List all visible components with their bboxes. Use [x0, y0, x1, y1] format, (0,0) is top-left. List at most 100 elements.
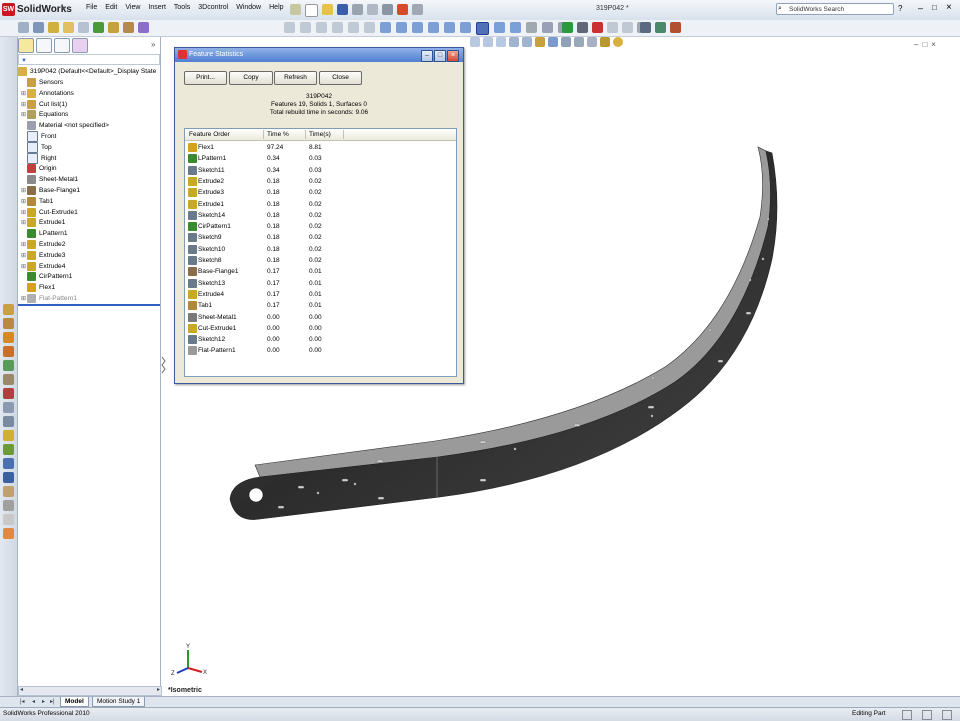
restore-window-button[interactable]: □ [932, 3, 937, 12]
tree-item[interactable]: Origin [20, 163, 57, 174]
tree-item[interactable]: CirPattern1 [20, 271, 72, 282]
expand-icon[interactable]: ⊞ [20, 219, 27, 226]
feature-tree-horizontal-scrollbar[interactable]: ◂ ▸ [18, 686, 162, 696]
tab-model[interactable]: Model [60, 697, 89, 707]
tree-item[interactable]: Sensors [20, 77, 63, 88]
rebuild-icon[interactable] [397, 4, 408, 15]
view-tool-4-icon[interactable] [332, 22, 343, 33]
table-row[interactable]: Sketch13 0.17 0.01 [185, 278, 456, 289]
table-row[interactable]: CirPattern1 0.18 0.02 [185, 221, 456, 232]
expand-icon[interactable]: ⊞ [20, 295, 27, 302]
cmd-swept-boss-icon[interactable] [3, 332, 14, 343]
table-row[interactable]: Extrude2 0.18 0.02 [185, 176, 456, 187]
scroll-left-icon[interactable]: ◂ [20, 686, 23, 693]
smart-dimension-icon[interactable] [18, 22, 29, 33]
table-row[interactable]: Tab1 0.17 0.01 [185, 300, 456, 311]
tree-item[interactable]: ⊞ Flat-Pattern1 [20, 293, 77, 304]
tree-item[interactable]: ⊞ Annotations [20, 88, 74, 99]
tree-item[interactable]: ⊞ Extrude2 [20, 239, 65, 250]
table-row[interactable]: Sketch8 0.18 0.02 [185, 255, 456, 266]
isometric-view-icon[interactable] [476, 22, 489, 35]
cmd-chamfer-icon[interactable] [3, 374, 14, 385]
column-divider[interactable] [343, 130, 344, 139]
view-tool-6-icon[interactable] [364, 22, 375, 33]
tree-item[interactable]: ⊞ Tab1 [20, 196, 53, 207]
flex-tool-icon[interactable] [123, 22, 134, 33]
top-view-icon[interactable] [444, 22, 455, 33]
table-row[interactable]: Flex1 97.24 8.81 [185, 142, 456, 153]
display-toolbar-icon[interactable] [640, 22, 651, 33]
bottom-view-icon[interactable] [460, 22, 471, 33]
table-row[interactable]: Flat-Pattern1 0.00 0.00 [185, 345, 456, 356]
configuration-manager-tab-icon[interactable] [54, 38, 70, 53]
rollback-bar[interactable] [18, 304, 160, 306]
table-row[interactable]: Extrude1 0.18 0.02 [185, 199, 456, 210]
view-tool-1-icon[interactable] [284, 22, 295, 33]
options-icon[interactable] [412, 4, 423, 15]
toolbox-icon[interactable] [670, 22, 681, 33]
copy-button[interactable]: Copy [229, 71, 273, 85]
right-view-icon[interactable] [428, 22, 439, 33]
new-macro-icon[interactable] [607, 22, 618, 33]
cmd-instant3d-icon[interactable] [3, 500, 14, 511]
cmd-appearance-icon[interactable] [3, 514, 14, 525]
cmd-addins-icon[interactable] [3, 528, 14, 539]
menu-edit[interactable]: Edit [105, 4, 117, 11]
column-time-percent[interactable]: Time % [267, 131, 289, 138]
stop-macro-icon[interactable] [577, 22, 588, 33]
column-feature-order[interactable]: Feature Order [189, 131, 230, 138]
expand-icon[interactable]: ⊞ [20, 263, 27, 270]
run-macro-icon[interactable] [562, 22, 573, 33]
edit-macro-icon[interactable] [622, 22, 633, 33]
menu-3dcontrol[interactable]: 3Dcontrol [198, 4, 228, 11]
first-tab-icon[interactable]: |◂ [20, 698, 25, 705]
menu-file[interactable]: File [86, 4, 97, 11]
table-row[interactable]: Sketch14 0.18 0.02 [185, 210, 456, 221]
dialog-minimize-button[interactable]: – [421, 50, 433, 62]
expand-icon[interactable]: ⊞ [20, 101, 27, 108]
tree-item[interactable]: ⊞ Cut list(1) [20, 99, 67, 110]
help-icon[interactable]: ? [898, 4, 902, 13]
sigma-icon[interactable] [33, 22, 44, 33]
tree-root-part[interactable]: 319P042 (Default<<Default>_Display State [18, 66, 156, 77]
table-row[interactable]: Sheet-Metal1 0.00 0.00 [185, 312, 456, 323]
expand-icon[interactable]: ⊞ [20, 252, 27, 259]
tree-item[interactable]: ⊞ Equations [20, 109, 68, 120]
last-tab-icon[interactable]: ▸| [50, 698, 55, 705]
tree-item[interactable]: Front [20, 131, 56, 142]
table-row[interactable]: Base-Flange1 0.17 0.01 [185, 266, 456, 277]
feature-tree-filter[interactable]: ▼ [18, 54, 160, 65]
table-row[interactable]: Extrude3 0.18 0.02 [185, 187, 456, 198]
dialog-close-x-button[interactable]: × [447, 50, 459, 62]
solidworks-logo[interactable]: SW SolidWorks [2, 2, 82, 17]
status-rebuild-icon[interactable] [902, 710, 912, 720]
tree-item[interactable]: Right [20, 152, 56, 164]
back-view-icon[interactable] [396, 22, 407, 33]
cmd-fillet-icon[interactable] [3, 360, 14, 371]
cmd-curves-icon[interactable] [3, 486, 14, 497]
new-document-icon[interactable] [305, 4, 318, 17]
tree-item[interactable]: Material <not specified> [20, 120, 109, 131]
view-tool-2-icon[interactable] [300, 22, 311, 33]
tree-item[interactable]: ⊞ Extrude4 [20, 261, 65, 272]
pin-icon[interactable] [290, 4, 301, 15]
tree-item[interactable]: ⊞ Base-Flange1 [20, 185, 80, 196]
cmd-hole-icon[interactable] [3, 430, 14, 441]
table-row[interactable]: LPattern1 0.34 0.03 [185, 153, 456, 164]
cmd-reference-icon[interactable] [3, 472, 14, 483]
search-input[interactable]: SolidWorks Search [776, 3, 894, 15]
menu-help[interactable]: Help [269, 4, 283, 11]
cmd-revolved-boss-icon[interactable] [3, 318, 14, 329]
expand-icon[interactable]: ⊞ [20, 198, 27, 205]
minimize-window-button[interactable]: – [918, 3, 923, 13]
expand-icon[interactable]: ⊞ [20, 90, 27, 97]
cmd-shell-icon[interactable] [3, 402, 14, 413]
column-divider[interactable] [263, 130, 264, 139]
expand-icon[interactable]: ⊞ [20, 209, 27, 216]
record-macro-icon[interactable] [592, 22, 603, 33]
menu-tools[interactable]: Tools [174, 4, 190, 11]
normal-to-icon[interactable] [526, 22, 537, 33]
view-tool-5-icon[interactable] [348, 22, 359, 33]
menu-view[interactable]: View [125, 4, 140, 11]
next-tab-icon[interactable]: ▸ [42, 698, 45, 705]
